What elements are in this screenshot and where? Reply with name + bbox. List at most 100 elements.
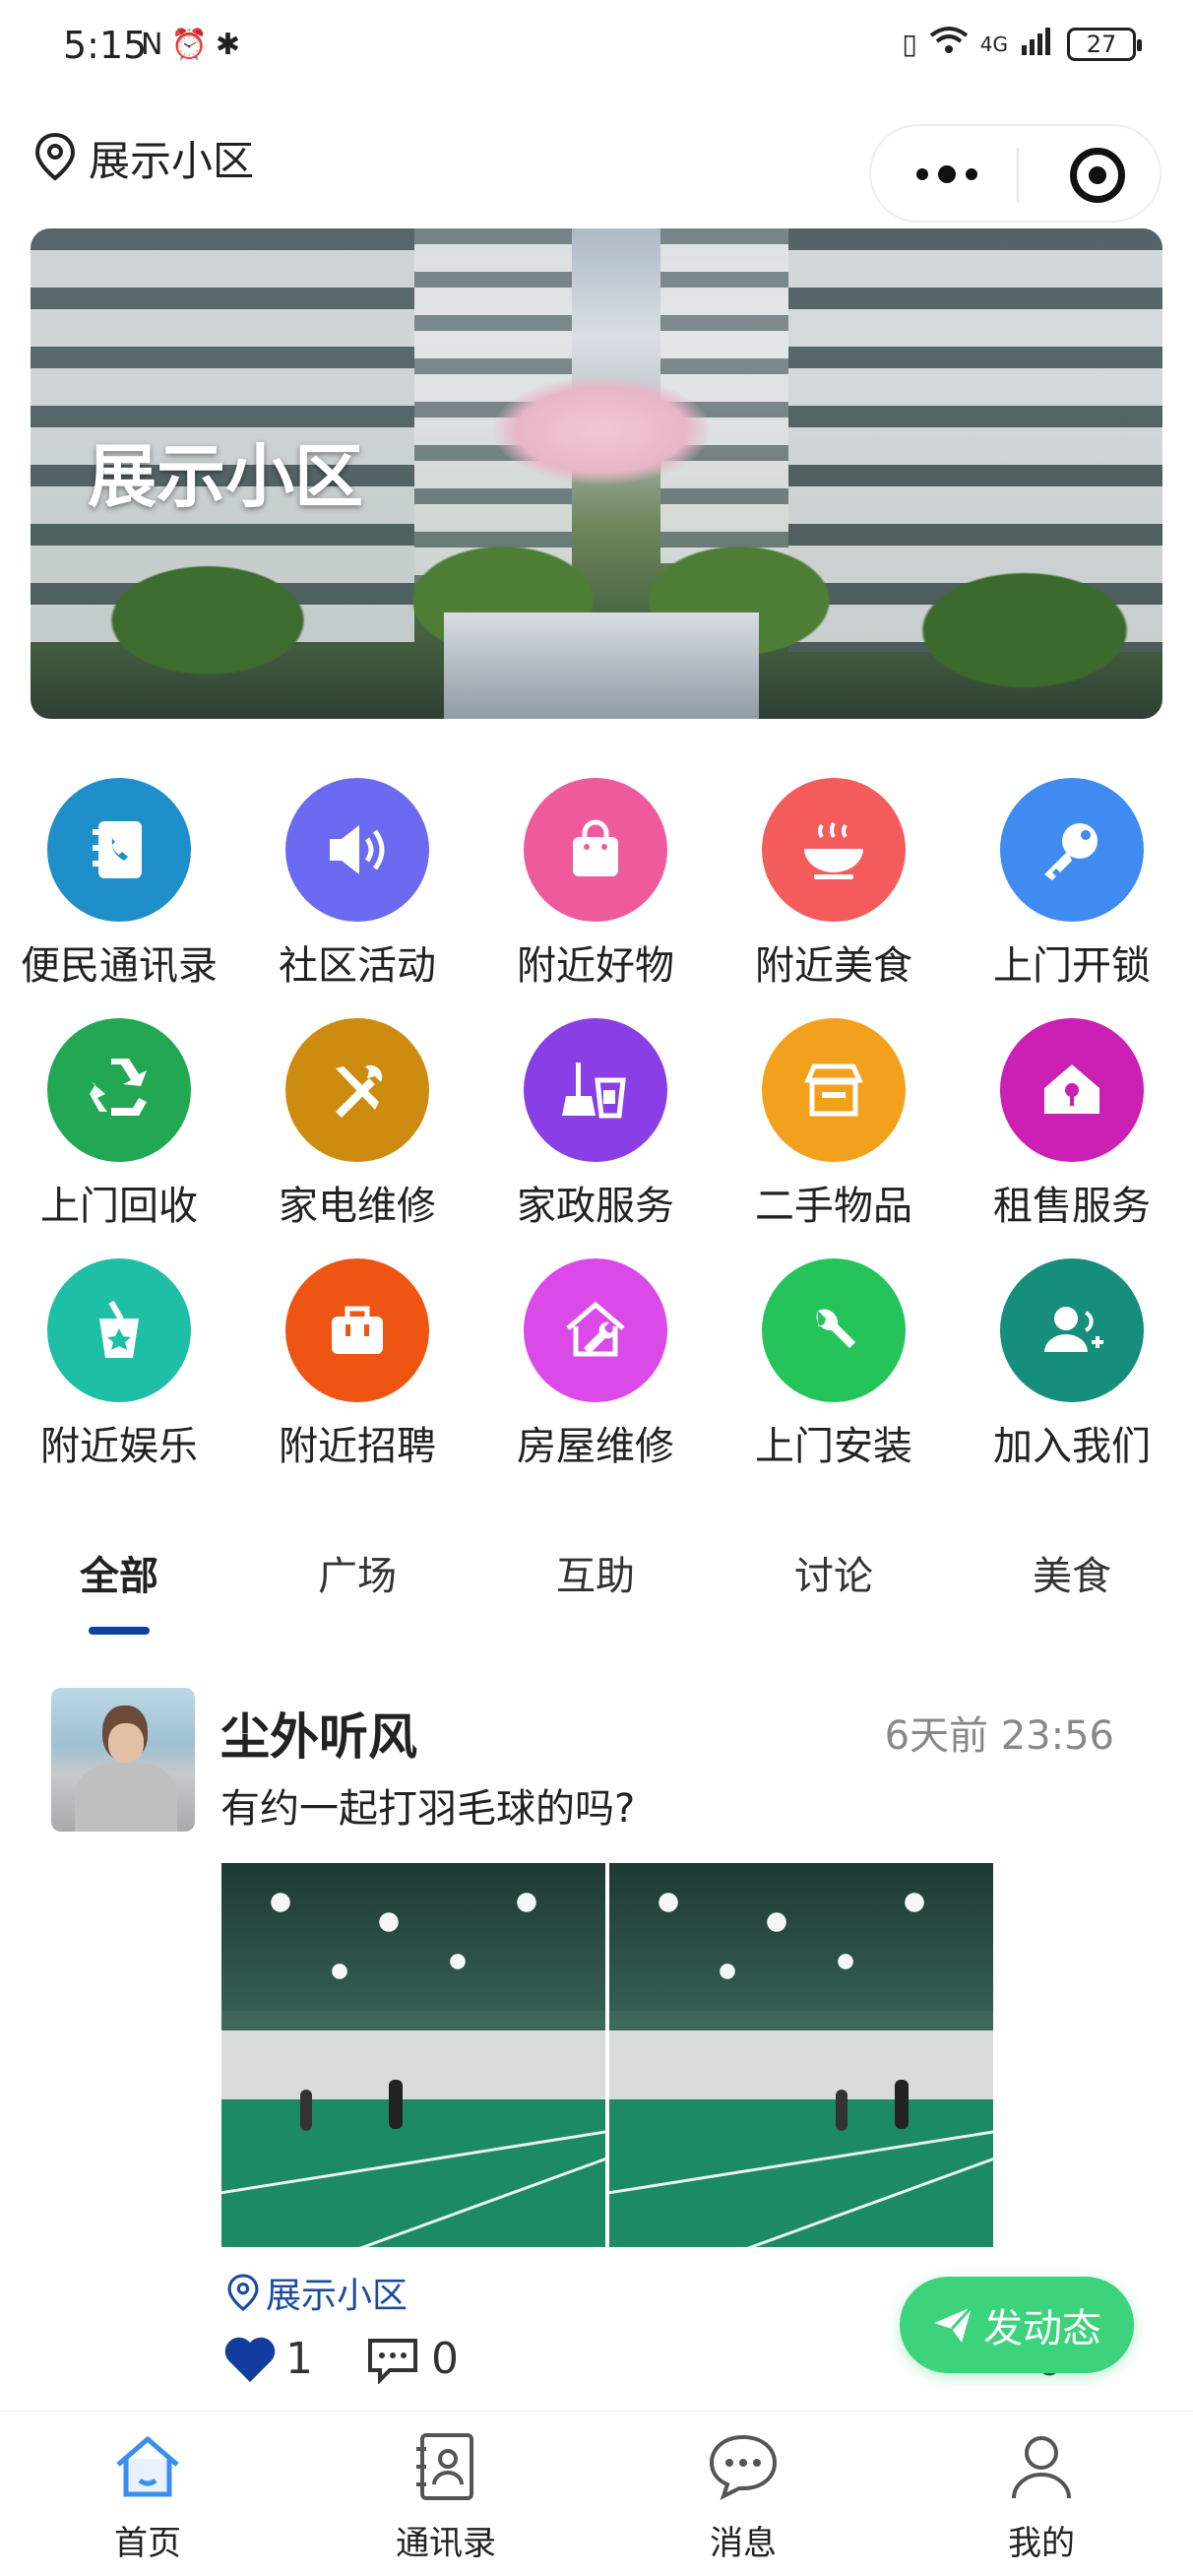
photo-player bbox=[836, 2090, 848, 2131]
like-button[interactable]: 1 bbox=[222, 2334, 313, 2384]
photo-player bbox=[300, 2090, 312, 2131]
nav-label: 消息 bbox=[710, 2524, 777, 2563]
comment-button[interactable]: 0 bbox=[364, 2334, 459, 2384]
community-banner[interactable]: 展示小区 bbox=[31, 228, 1162, 719]
photo-court-floor bbox=[609, 2099, 993, 2247]
photo-lights bbox=[241, 1883, 586, 2001]
photo-wall bbox=[221, 2030, 605, 2099]
service-item-rent-sale[interactable]: 租售服务 bbox=[953, 1018, 1191, 1245]
service-icon-circle bbox=[1000, 1258, 1144, 1402]
service-icon-circle bbox=[285, 1018, 429, 1162]
nfc-icon: N bbox=[141, 28, 163, 62]
tab-food[interactable]: 美食 bbox=[953, 1544, 1191, 1601]
tab-all[interactable]: 全部 bbox=[0, 1544, 238, 1601]
service-item-contacts[interactable]: 便民通讯录 bbox=[0, 778, 238, 1004]
service-icon-circle bbox=[524, 778, 667, 922]
service-icon-circle bbox=[285, 778, 429, 922]
post-location[interactable]: 展示小区 bbox=[226, 2267, 408, 2318]
speaker-icon bbox=[330, 825, 385, 874]
more-menu-button[interactable] bbox=[916, 160, 1015, 189]
tab-square[interactable]: 广场 bbox=[238, 1544, 476, 1601]
capsule-divider bbox=[1017, 148, 1019, 203]
service-icon-circle bbox=[47, 1258, 191, 1402]
nav-contacts[interactable]: 通讯录 bbox=[347, 2429, 544, 2567]
banner-title: 展示小区 bbox=[88, 436, 363, 517]
post-location-text: 展示小区 bbox=[266, 2276, 408, 2316]
service-label: 上门回收 bbox=[40, 1184, 198, 1229]
status-left-icons: N ⏰ ✱ bbox=[141, 28, 240, 62]
service-label: 家政服务 bbox=[517, 1184, 674, 1229]
avatar[interactable] bbox=[51, 1688, 195, 1832]
nav-label: 通讯录 bbox=[396, 2524, 496, 2563]
location-selector[interactable]: 展示小区 bbox=[33, 128, 254, 188]
service-icon-circle bbox=[524, 1018, 667, 1162]
service-item-installation[interactable]: 上门安装 bbox=[715, 1258, 953, 1485]
service-label: 便民通讯录 bbox=[21, 943, 218, 989]
service-icon-circle bbox=[285, 1258, 429, 1402]
service-label: 加入我们 bbox=[993, 1424, 1151, 1469]
battery-indicator: 27 bbox=[1067, 27, 1142, 61]
tools-icon bbox=[336, 1064, 383, 1118]
tab-discussion[interactable]: 讨论 bbox=[715, 1544, 953, 1601]
service-item-join-us[interactable]: 加入我们 bbox=[953, 1258, 1191, 1485]
photo-player bbox=[389, 2080, 403, 2129]
comment-icon bbox=[368, 2338, 417, 2384]
add-user-icon bbox=[1044, 1307, 1103, 1352]
paper-plane-icon bbox=[934, 2305, 973, 2343]
wrench-icon bbox=[816, 1309, 855, 1348]
nav-home[interactable]: 首页 bbox=[49, 2429, 246, 2567]
service-item-housekeeping[interactable]: 家政服务 bbox=[476, 1018, 715, 1245]
service-item-unlock[interactable]: 上门开锁 bbox=[953, 778, 1191, 1004]
comment-count: 0 bbox=[431, 2334, 459, 2384]
tab-mutual-help[interactable]: 互助 bbox=[476, 1544, 715, 1601]
post-new-button[interactable]: 发动态 bbox=[900, 2277, 1134, 2373]
house-wrench-icon bbox=[566, 1301, 625, 1357]
service-item-recruitment[interactable]: 附近招聘 bbox=[238, 1258, 476, 1485]
contacts-icon bbox=[416, 2433, 473, 2500]
service-label: 附近招聘 bbox=[279, 1424, 436, 1469]
service-item-nearby-food[interactable]: 附近美食 bbox=[715, 778, 953, 1004]
post-photo[interactable] bbox=[221, 1863, 605, 2247]
service-item-second-hand[interactable]: 二手物品 bbox=[715, 1018, 953, 1245]
photo-lights bbox=[629, 1883, 973, 2001]
service-label: 上门安装 bbox=[755, 1424, 912, 1469]
post-author[interactable]: 尘外听风 bbox=[220, 1698, 417, 1769]
phone-book-icon bbox=[93, 821, 142, 878]
service-icon-circle bbox=[1000, 778, 1144, 922]
post-photo[interactable] bbox=[609, 1863, 993, 2247]
briefcase-icon bbox=[332, 1306, 383, 1354]
nav-profile[interactable]: 我的 bbox=[943, 2429, 1140, 2567]
service-label: 附近美食 bbox=[755, 943, 912, 989]
status-right-icons: ▯ 4G 27 bbox=[902, 26, 1142, 62]
feed-tabs: 全部 广场 互助 讨论 美食 bbox=[0, 1544, 1193, 1633]
banner-blossom-trees bbox=[493, 376, 710, 484]
photo-wall bbox=[609, 2030, 993, 2099]
service-icon-circle bbox=[47, 1018, 191, 1162]
avatar-face bbox=[108, 1723, 144, 1763]
recycle-icon bbox=[90, 1059, 147, 1116]
service-label: 房屋维修 bbox=[517, 1424, 674, 1469]
service-label: 附近好物 bbox=[517, 943, 674, 989]
service-label: 租售服务 bbox=[993, 1184, 1151, 1229]
status-bar: 5:15 N ⏰ ✱ ▯ 4G 27 bbox=[0, 0, 1193, 98]
service-item-house-repair[interactable]: 房屋维修 bbox=[476, 1258, 715, 1485]
service-item-activities[interactable]: 社区活动 bbox=[238, 778, 476, 1004]
service-icon-circle bbox=[47, 778, 191, 922]
service-item-nearby-goods[interactable]: 附近好物 bbox=[476, 778, 715, 1004]
battery-level: 27 bbox=[1086, 30, 1117, 58]
profile-icon bbox=[1012, 2436, 1071, 2499]
service-icon-circle bbox=[762, 778, 906, 922]
nav-messages[interactable]: 消息 bbox=[645, 2429, 842, 2567]
nav-label: 我的 bbox=[1008, 2524, 1075, 2563]
post-text: 有约一起打羽毛球的吗? bbox=[220, 1786, 636, 1832]
post-time: 6天前 23:56 bbox=[884, 1713, 1114, 1759]
status-time: 5:15 bbox=[63, 24, 148, 67]
service-item-entertainment[interactable]: 附近娱乐 bbox=[0, 1258, 238, 1485]
service-item-recycle[interactable]: 上门回收 bbox=[0, 1018, 238, 1245]
network-type: 4G bbox=[979, 32, 1008, 56]
close-miniprogram-button[interactable] bbox=[1070, 148, 1125, 203]
service-item-appliance-repair[interactable]: 家电维修 bbox=[238, 1018, 476, 1245]
heart-icon bbox=[224, 2337, 276, 2382]
service-icon-circle bbox=[1000, 1018, 1144, 1162]
alarm-icon: ⏰ bbox=[170, 28, 208, 62]
